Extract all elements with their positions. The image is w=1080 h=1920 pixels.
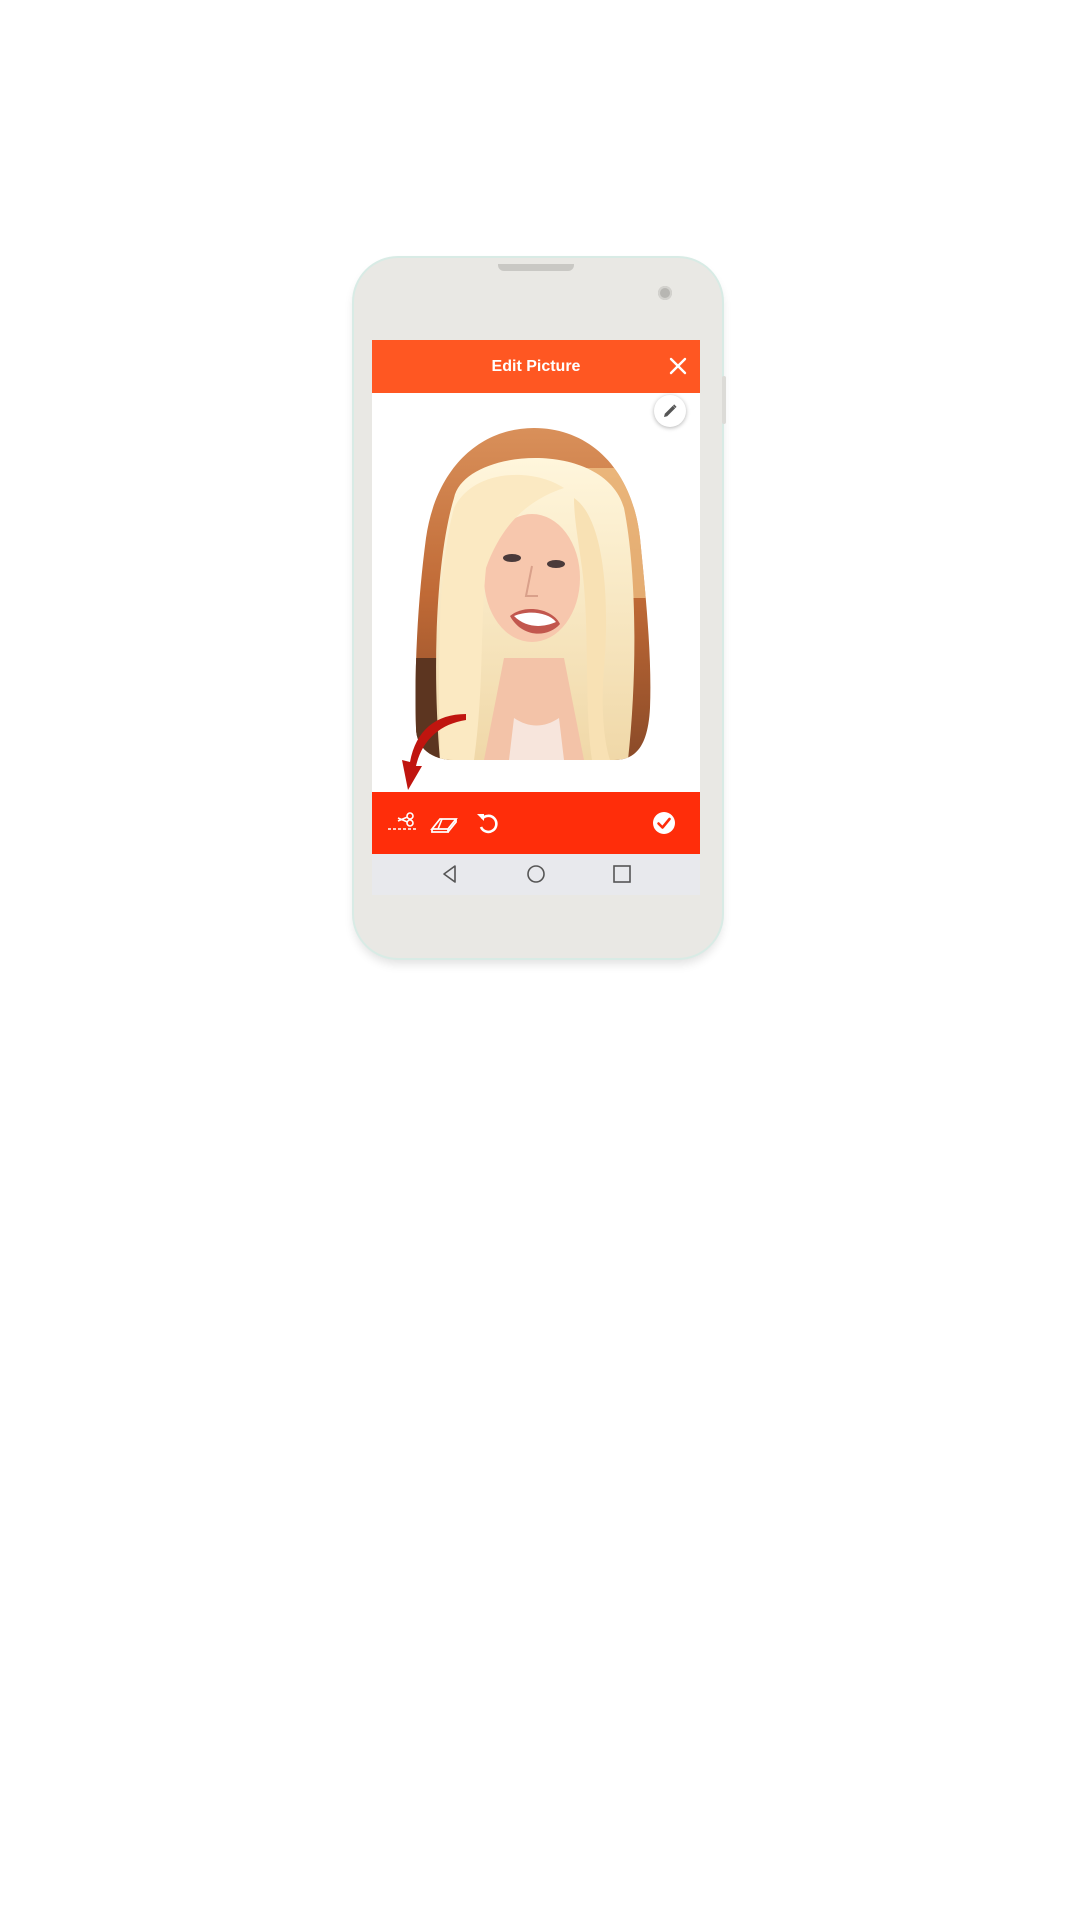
phone-screen: Edit Picture — [372, 340, 700, 895]
eraser-button[interactable] — [428, 807, 460, 839]
nav-home-button[interactable] — [522, 860, 550, 888]
app-bar: Edit Picture — [372, 340, 700, 393]
check-circle-icon — [653, 812, 675, 834]
nav-back-button[interactable] — [436, 860, 464, 888]
stage: Edit Picture — [0, 0, 1080, 1920]
eraser-icon — [430, 818, 458, 833]
phone-camera — [658, 286, 672, 300]
confirm-button[interactable] — [648, 807, 680, 839]
cut-button[interactable] — [386, 807, 418, 839]
pencil-icon — [664, 404, 677, 417]
navigation-bar — [372, 854, 700, 895]
cut-scissors-icon — [388, 812, 416, 830]
undo-button[interactable] — [472, 807, 504, 839]
hint-arrow — [402, 714, 466, 790]
bottom-toolbar — [372, 792, 700, 854]
close-button[interactable] — [662, 350, 694, 382]
close-icon — [669, 357, 687, 375]
edit-button[interactable] — [654, 395, 686, 427]
phone-speaker — [498, 264, 574, 271]
page-title: Edit Picture — [491, 358, 581, 375]
undo-icon — [477, 814, 498, 834]
nav-recents-button[interactable] — [608, 860, 636, 888]
phone-side-button — [722, 376, 726, 424]
recents-square-icon — [613, 865, 631, 883]
back-triangle-icon — [443, 865, 456, 883]
home-circle-icon — [527, 865, 545, 883]
